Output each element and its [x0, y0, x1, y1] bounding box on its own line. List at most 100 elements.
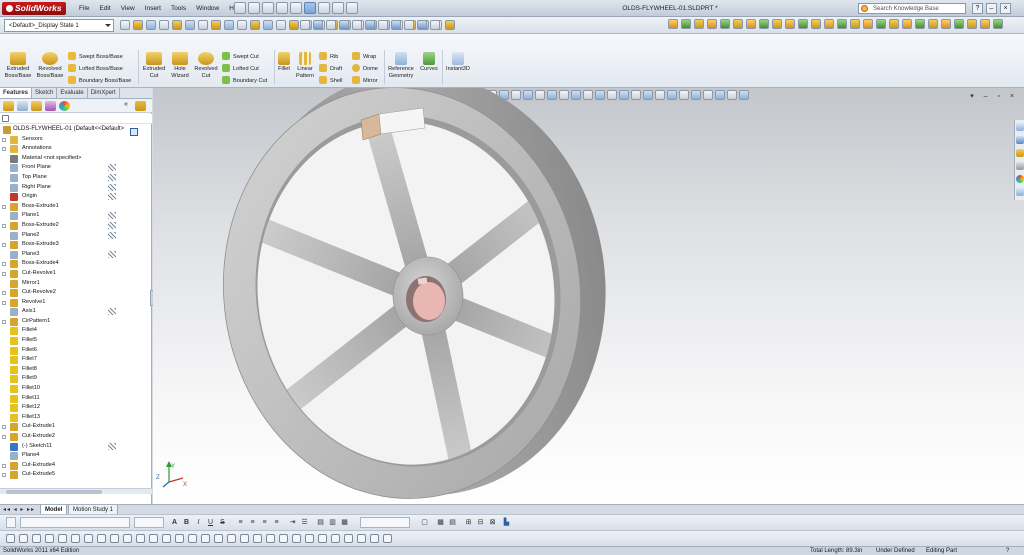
tree-item[interactable]: Cut-Extrude2 [0, 432, 152, 442]
horizontal-scrollbar[interactable] [0, 488, 152, 494]
tree-item[interactable]: Cut-Extrude4 [0, 461, 152, 471]
snap-icon[interactable]: ⊟ [476, 518, 485, 527]
feature-tool-icon[interactable] [798, 19, 808, 29]
tree-item[interactable]: Axis1 [0, 307, 152, 317]
sketch-tool-icon[interactable] [32, 534, 41, 543]
tab-scroll-arrows[interactable]: ◂◂ ◂ ▸ ▸▸ [3, 506, 35, 513]
tool-icon[interactable] [159, 20, 169, 30]
extruded-cut-button[interactable]: Extruded Cut [141, 52, 167, 79]
sketch-tool-icon[interactable] [84, 534, 93, 543]
revolved-boss-button[interactable]: Revolved Boss/Base [35, 52, 65, 79]
instant3d-button[interactable]: Instant3D [444, 52, 472, 73]
revolved-cut-button[interactable]: Revolved Cut [193, 52, 219, 79]
expand-icon[interactable] [2, 435, 6, 439]
tool-icon[interactable] [146, 20, 156, 30]
property-manager-icon[interactable] [17, 101, 28, 111]
tree-item[interactable]: Plane2 [0, 231, 152, 241]
feature-tool-icon[interactable] [785, 19, 795, 29]
expand-icon[interactable] [2, 319, 6, 324]
dimxpert-manager-icon[interactable] [45, 101, 56, 111]
search-knowledge-base-input[interactable]: Search Knowledge Base [858, 3, 966, 14]
bullets-icon[interactable]: ☰ [300, 518, 309, 527]
feature-tool-icon[interactable] [824, 19, 834, 29]
status-help-icon[interactable]: ? [1006, 547, 1009, 555]
bold-icon[interactable]: B [182, 518, 191, 527]
tree-item[interactable]: Fillet7 [0, 355, 152, 365]
feature-tool-icon[interactable] [902, 19, 912, 29]
swept-cut-button[interactable]: Swept Cut [222, 52, 259, 61]
tree-item[interactable]: (-) Sketch11 [0, 442, 152, 452]
feature-tool-icon[interactable] [694, 19, 704, 29]
tree-item[interactable]: Fillet13 [0, 413, 152, 423]
tree-item[interactable]: Right Plane [0, 183, 152, 193]
tree-item[interactable]: Cut-Extrude1 [0, 422, 152, 432]
sketch-tool-icon[interactable] [305, 534, 314, 543]
tool-icon[interactable] [263, 20, 273, 30]
feature-tool-icon[interactable] [837, 19, 847, 29]
tree-item[interactable]: OLDS-FLYWHEEL-01 (Default<<Default> [0, 125, 152, 135]
shell-button[interactable]: Shell [319, 76, 342, 85]
feature-tool-icon[interactable] [746, 19, 756, 29]
expand-icon[interactable] [2, 425, 6, 430]
tree-item[interactable]: Plane3 [0, 250, 152, 260]
menu-file[interactable]: File [74, 0, 94, 17]
print-icon[interactable] [276, 2, 288, 14]
draft-button[interactable]: Draft [319, 64, 342, 73]
chart-icon[interactable]: ▙ [502, 518, 511, 527]
sketch-tool-icon[interactable] [175, 534, 184, 543]
sketch-tool-icon[interactable] [110, 534, 119, 543]
feature-tool-icon[interactable] [772, 19, 782, 29]
feature-tool-icon[interactable] [681, 19, 691, 29]
tree-item[interactable]: Boss-Extrude3 [0, 240, 152, 250]
format-style-icon[interactable] [6, 517, 16, 528]
tree-item[interactable]: Cut-Revolve2 [0, 288, 152, 298]
view-tool-icon[interactable] [313, 20, 323, 30]
sketch-tool-icon[interactable] [279, 534, 288, 543]
layer-select[interactable] [360, 517, 410, 528]
tree-item[interactable]: Cut-Revolve1 [0, 269, 152, 279]
expand-icon[interactable] [2, 147, 6, 152]
italic-icon[interactable]: I [194, 518, 203, 527]
sketch-tool-icon[interactable] [266, 534, 275, 543]
border-icon[interactable]: ▢ [420, 518, 429, 527]
expand-icon[interactable] [2, 463, 6, 468]
tab-sketch[interactable]: Sketch [32, 88, 58, 98]
open-icon[interactable] [248, 2, 260, 14]
sketch-tool-icon[interactable] [58, 534, 67, 543]
graphics-area[interactable]: ▾ ‒ ▫ × Z Y X [153, 88, 1024, 504]
feature-tool-icon[interactable] [850, 19, 860, 29]
tree-item[interactable]: CirPattern1 [0, 317, 152, 327]
view-tool-icon[interactable] [352, 20, 362, 30]
save-icon[interactable] [262, 2, 274, 14]
sketch-tool-icon[interactable] [45, 534, 54, 543]
tree-item[interactable]: Fillet4 [0, 326, 152, 336]
feature-tool-icon[interactable] [668, 19, 678, 29]
sketch-tool-icon[interactable] [71, 534, 80, 543]
hole-table-icon[interactable]: ▤ [448, 518, 457, 527]
tree-item[interactable]: Fillet8 [0, 365, 152, 375]
sketch-tool-icon[interactable] [370, 534, 379, 543]
sketch-tool-icon[interactable] [383, 534, 392, 543]
align-icon[interactable]: ⊠ [488, 518, 497, 527]
swept-boss-button[interactable]: Swept Boss/Base [68, 52, 123, 61]
tree-item[interactable]: Material <not specified> [0, 154, 152, 164]
sketch-tool-icon[interactable] [344, 534, 353, 543]
tool-icon[interactable] [250, 20, 260, 30]
tree-item[interactable]: Mirror1 [0, 279, 152, 289]
expand-icon[interactable] [2, 300, 6, 305]
align-right-icon[interactable]: ≡ [260, 518, 269, 527]
rib-button[interactable]: Rib [319, 52, 338, 61]
feature-tool-icon[interactable] [941, 19, 951, 29]
expand-icon[interactable] [2, 262, 6, 267]
feature-tool-icon[interactable] [928, 19, 938, 29]
tree-item[interactable]: Sensors [0, 135, 152, 145]
strikethrough-icon[interactable]: S [218, 518, 227, 527]
sketch-tool-icon[interactable] [149, 534, 158, 543]
view-tool-icon[interactable] [326, 20, 336, 30]
sketch-tool-icon[interactable] [240, 534, 249, 543]
new-document-icon[interactable] [234, 2, 246, 14]
tree-item[interactable]: Annotations [0, 144, 152, 154]
feature-tool-icon[interactable] [876, 19, 886, 29]
menu-tools[interactable]: Tools [166, 0, 191, 17]
tool-icon[interactable] [237, 20, 247, 30]
